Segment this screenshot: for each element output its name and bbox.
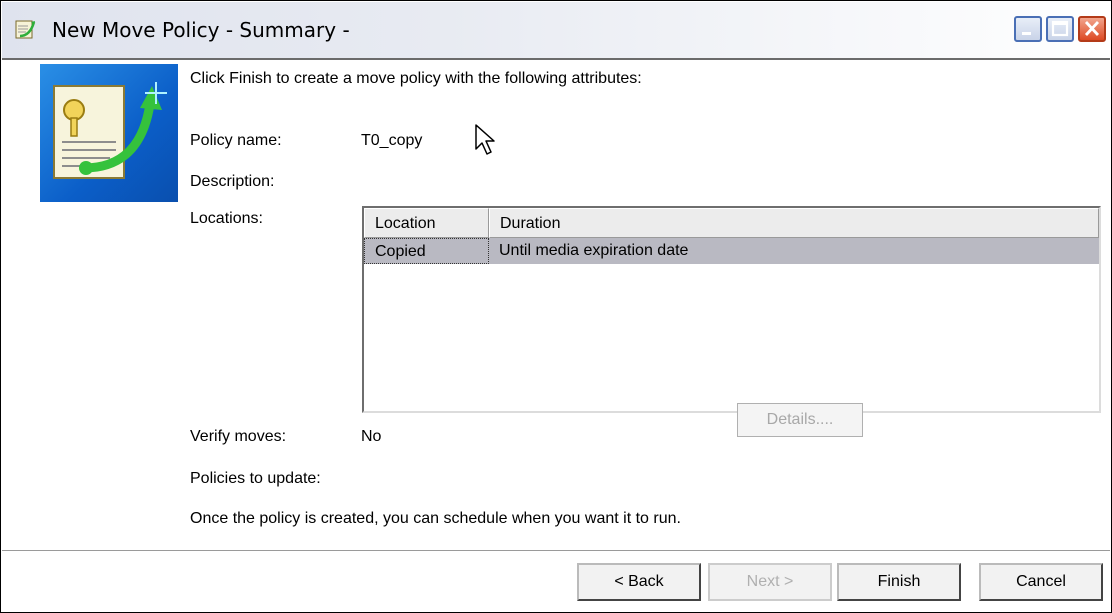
locations-label: Locations:	[190, 210, 263, 227]
close-icon	[1084, 21, 1100, 36]
window-title: New Move Policy - Summary -	[52, 18, 350, 42]
wizard-graphic	[40, 64, 178, 202]
document-arrow-icon	[53, 82, 167, 179]
next-button[interactable]: Next >	[708, 563, 832, 601]
finish-button[interactable]: Finish	[837, 563, 961, 601]
locations-table[interactable]: Location Duration Copied Until media exp…	[362, 206, 1101, 413]
button-separator	[2, 550, 1110, 554]
title-bar[interactable]: New Move Policy - Summary -	[2, 2, 1110, 60]
mouse-pointer-icon	[475, 124, 495, 155]
details-button[interactable]: Details....	[737, 403, 863, 437]
description-label: Description:	[190, 173, 275, 190]
move-policy-icon	[15, 20, 36, 39]
maximize-icon	[1051, 20, 1069, 37]
policies-to-update-label: Policies to update:	[190, 470, 321, 487]
footer-note: Once the policy is created, you can sche…	[190, 510, 681, 527]
policy-name-value: T0_copy	[361, 132, 423, 149]
close-button[interactable]	[1078, 16, 1106, 42]
maximize-button[interactable]	[1046, 16, 1074, 42]
column-header-duration[interactable]: Duration	[489, 208, 1099, 238]
cell-duration[interactable]: Until media expiration date	[489, 238, 1099, 264]
wizard-content: Click Finish to create a move policy wit…	[2, 60, 1110, 548]
table-header: Location Duration	[364, 208, 1099, 238]
column-header-location[interactable]: Location	[364, 208, 489, 238]
intro-text: Click Finish to create a move policy wit…	[190, 70, 642, 87]
verify-moves-value: No	[361, 428, 382, 445]
verify-moves-label: Verify moves:	[190, 428, 287, 445]
minimize-button[interactable]	[1014, 16, 1042, 42]
wizard-window: New Move Policy - Summary - Click Finish…	[0, 0, 1112, 613]
cell-location[interactable]: Copied	[364, 238, 489, 264]
minimize-icon	[1022, 32, 1031, 35]
back-button[interactable]: < Back	[577, 563, 701, 601]
table-row[interactable]: Copied Until media expiration date	[364, 238, 1099, 264]
policy-name-label: Policy name:	[190, 132, 282, 149]
cancel-button[interactable]: Cancel	[979, 563, 1103, 601]
